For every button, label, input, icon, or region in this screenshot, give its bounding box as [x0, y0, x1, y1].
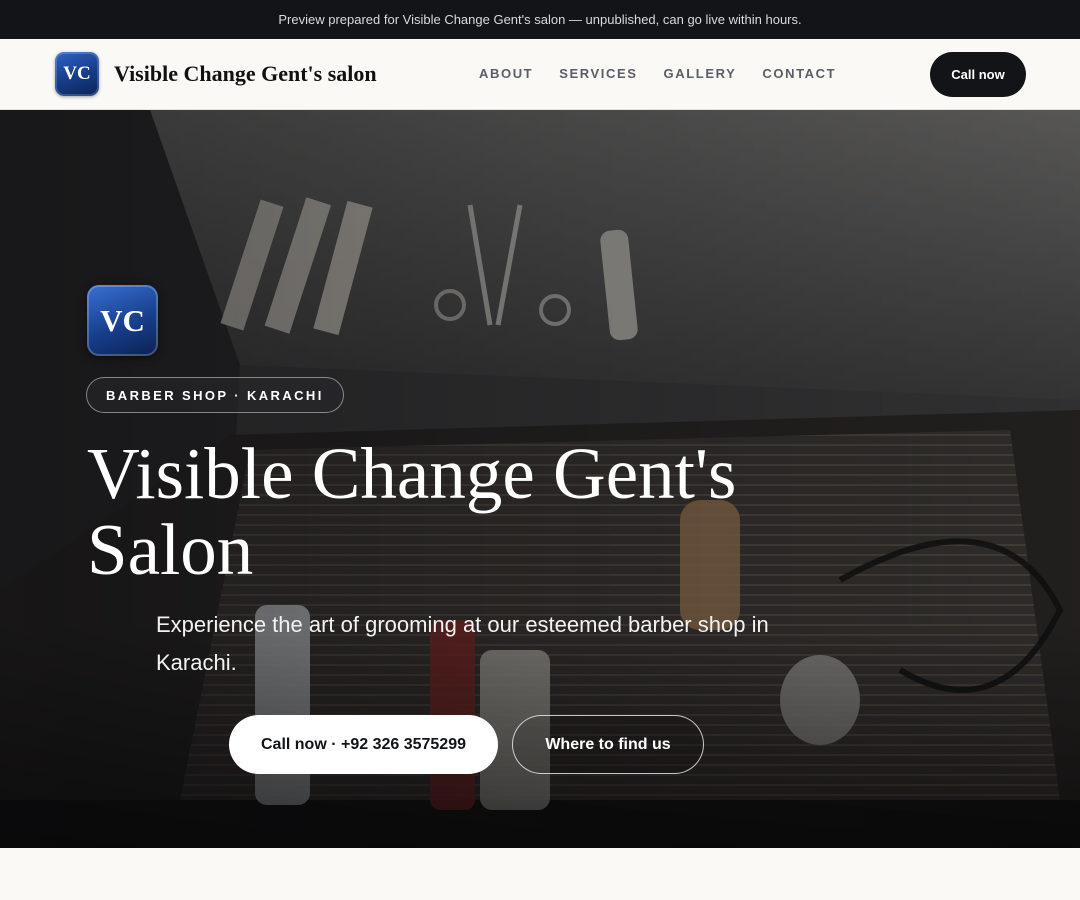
call-phone-button[interactable]: Call now · +92 326 3575299 — [229, 715, 498, 774]
nav-link-services[interactable]: SERVICES — [559, 66, 637, 81]
nav-link-contact[interactable]: CONTACT — [762, 66, 836, 81]
preview-banner-text: Preview prepared for Visible Change Gent… — [278, 12, 802, 27]
hero-title: Visible Change Gent's Salon — [87, 436, 827, 588]
hero-subtitle: Experience the art of grooming at our es… — [156, 612, 769, 675]
hero-section: VC BARBER SHOP · KARACHI Visible Change … — [0, 110, 1080, 848]
hero-title-line-2: Salon — [87, 509, 254, 590]
brand-name[interactable]: Visible Change Gent's salon — [114, 61, 377, 87]
main-menu: ABOUT SERVICES GALLERY CONTACT — [479, 66, 862, 81]
call-now-button[interactable]: Call now — [930, 52, 1026, 97]
hero-logo-icon: VC — [87, 285, 158, 356]
hero-title-line-1: Visible Change Gent's — [87, 433, 737, 514]
site-header: VC Visible Change Gent's salon ABOUT SER… — [0, 39, 1080, 110]
nav-link-gallery[interactable]: GALLERY — [664, 66, 737, 81]
find-us-button[interactable]: Where to find us — [512, 715, 704, 774]
nav-link-about[interactable]: ABOUT — [479, 66, 533, 81]
logo-icon[interactable]: VC — [55, 52, 99, 96]
preview-banner: Preview prepared for Visible Change Gent… — [0, 0, 1080, 39]
hero-eyebrow-tag: BARBER SHOP · KARACHI — [86, 377, 344, 413]
